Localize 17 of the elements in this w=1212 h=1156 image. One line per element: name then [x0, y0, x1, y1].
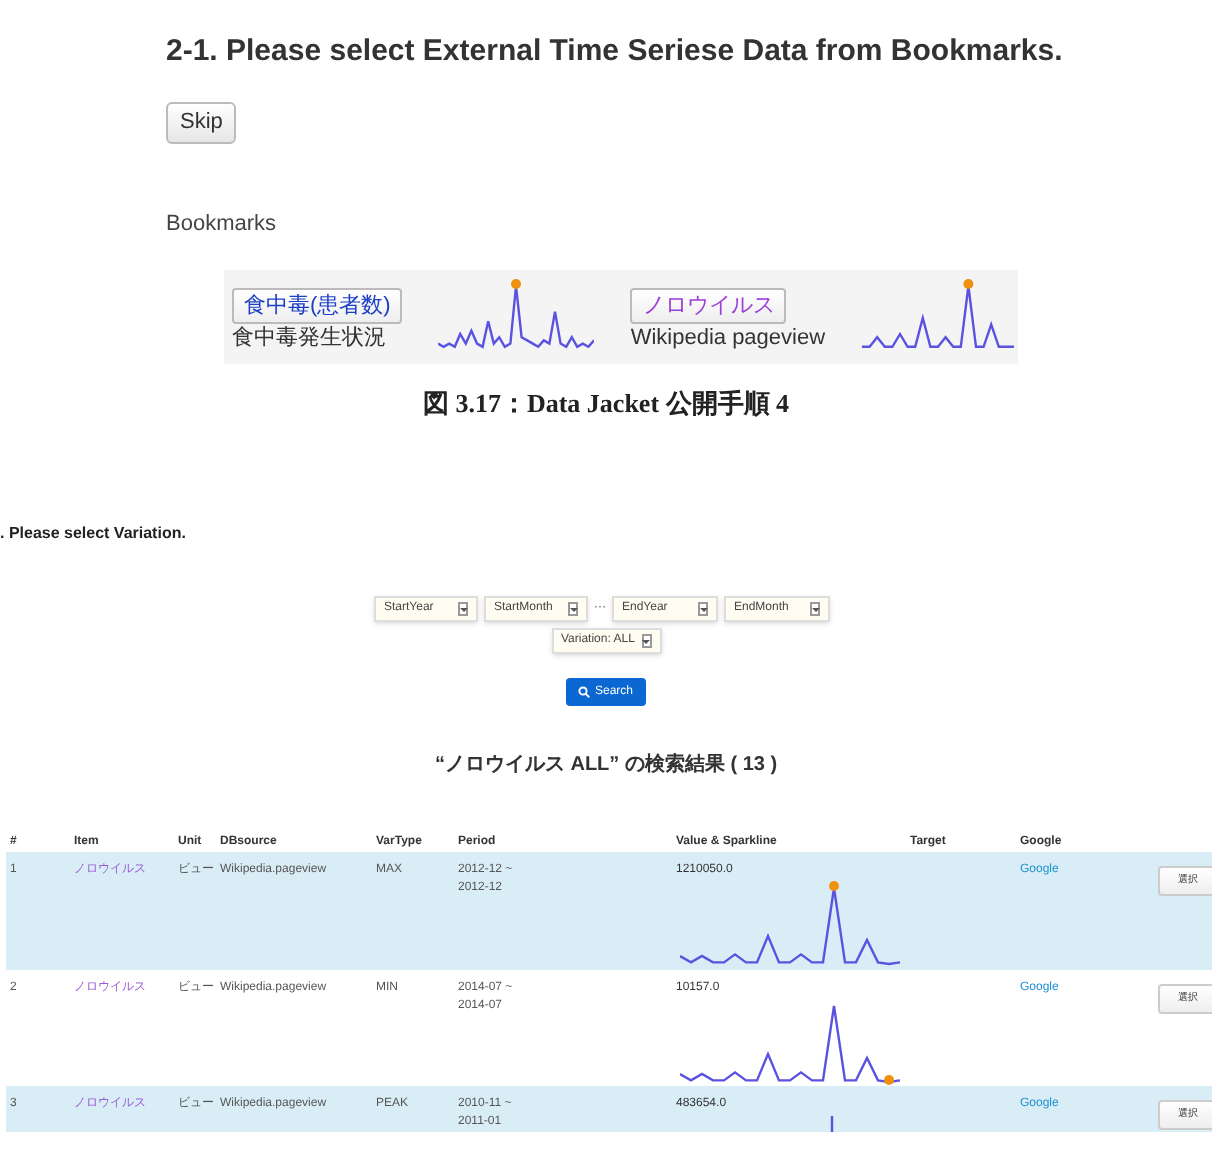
dropdown-caret-icon[interactable]	[641, 634, 651, 648]
bookmarks-label: Bookmarks	[166, 210, 279, 240]
results-title: “ノロウイルス ALL” の検索結果 ( 13 )	[432, 751, 780, 780]
dropdown-caret-icon[interactable]	[810, 602, 820, 616]
step-heading: 2-1. Please select External Time Seriese Data from Bookmarks.	[166, 34, 1065, 70]
bookmark-source: 食中毒発生状況	[232, 324, 388, 354]
dropdown-caret-icon[interactable]	[568, 602, 578, 616]
step-heading: . Please select Variation.	[0, 522, 188, 546]
search-icon	[578, 686, 591, 698]
bookmark-source: Wikipedia pageview	[630, 324, 826, 354]
figure-caption: 図 3.17：Data Jacket 公開手順 4	[420, 385, 792, 421]
dropdown-caret-icon[interactable]	[458, 602, 468, 616]
bookmark-tag[interactable]: ノロウイルス	[630, 288, 787, 324]
skip-button[interactable]: Skip	[166, 102, 237, 143]
bookmark-tag[interactable]: 食中毒(患者数)	[232, 288, 403, 324]
sparkline-drawing	[830, 1116, 834, 1132]
dropdown-caret-icon[interactable]	[698, 602, 708, 616]
